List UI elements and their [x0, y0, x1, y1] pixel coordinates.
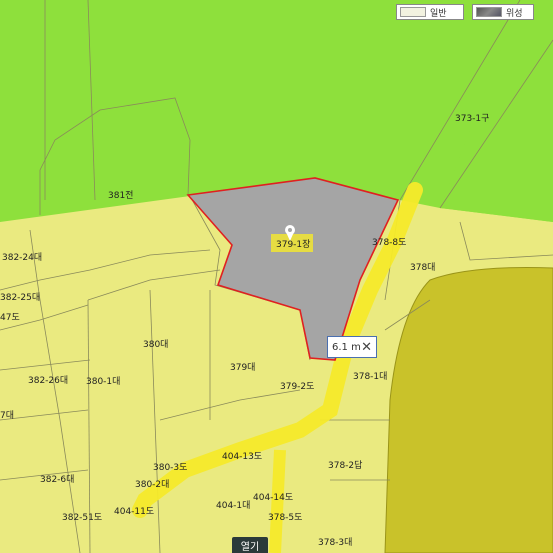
parcel-label: 382-26대 [28, 375, 68, 386]
parcel-label: 379대 [230, 362, 255, 373]
parcel-label: 47도 [0, 313, 20, 323]
parcel-label: 380-3도 [153, 463, 187, 473]
parcel-label: 378-1대 [353, 371, 387, 382]
parcel-label: 381전 [108, 190, 133, 201]
satellite-map-toggle[interactable]: 위성 [472, 4, 534, 20]
parcel-label: 404-1대 [216, 500, 250, 511]
parcel-label: 378대 [410, 262, 435, 273]
parcel-label: 378-8도 [372, 238, 406, 248]
close-icon[interactable]: ✕ [361, 341, 372, 354]
open-button[interactable]: 열기 [232, 537, 268, 553]
parcel-label: 378-3대 [318, 537, 352, 548]
olive-parcel [384, 267, 553, 553]
parcel-label: 378-5도 [268, 513, 302, 523]
parcel-label: 404-13도 [222, 452, 262, 462]
parcel-label: 380-2대 [135, 479, 169, 490]
parcel-label: 382-24대 [2, 252, 42, 263]
distance-value: 6.1 m [332, 341, 361, 353]
parcel-label: 404-11도 [114, 507, 154, 517]
distance-measure-box: 6.1 m ✕ [327, 336, 377, 358]
parcel-label: 373-1구 [455, 113, 489, 124]
satellite-map-label: 위성 [506, 8, 523, 19]
parcel-label: 382-6대 [40, 474, 74, 485]
general-map-toggle[interactable]: 일반 [396, 4, 464, 20]
parcel-label: 404-14도 [253, 493, 293, 503]
parcel-label: 380-1대 [86, 376, 120, 387]
map-canvas[interactable]: 379-1장 381전 373-1구 378-8도 378대 382-24대 3… [0, 0, 553, 553]
selected-parcel-label: 379-1장 [276, 239, 310, 250]
parcel-label: 378-2답 [328, 459, 362, 471]
parcel-label: 7대 [0, 410, 14, 421]
parcel-label: 379-2도 [280, 382, 314, 392]
parcel-label: 380대 [143, 339, 168, 350]
satellite-map-thumbnail-icon [476, 7, 502, 17]
general-map-label: 일반 [430, 8, 447, 19]
parcel-label: 382-51도 [62, 513, 102, 523]
parcel-label: 382-25대 [0, 292, 40, 303]
general-map-thumbnail-icon [400, 7, 426, 17]
